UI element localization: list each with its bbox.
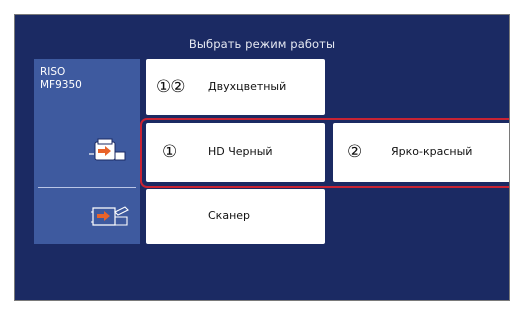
mode-label: HD Черный [208,145,273,158]
device-panel: RISO MF9350 [34,59,140,244]
device-model: MF9350 [40,78,82,91]
mode-number: ①② [156,77,186,97]
scanner-icon [87,202,131,234]
page-title: Выбрать режим работы [188,37,336,51]
two-color-mode-button[interactable]: ①② Двухцветный [146,59,325,115]
panel-divider [38,187,136,188]
scanner-mode-button[interactable]: Сканер [146,189,325,244]
mode-label: Ярко-красный [391,145,473,158]
mode-label: Сканер [208,209,251,222]
printer-icon [87,138,129,168]
bright-red-mode-button[interactable]: ② Ярко-красный [333,123,509,182]
device-name: RISO MF9350 [40,66,82,91]
hd-black-mode-button[interactable]: ① HD Черный [146,123,325,182]
mode-number: ① [162,142,178,162]
mode-select-screen: Выбрать режим работы RISO MF9350 ①② Двух… [14,14,510,301]
mode-number: ② [347,142,363,162]
device-brand: RISO [40,66,66,78]
mode-label: Двухцветный [208,80,287,93]
